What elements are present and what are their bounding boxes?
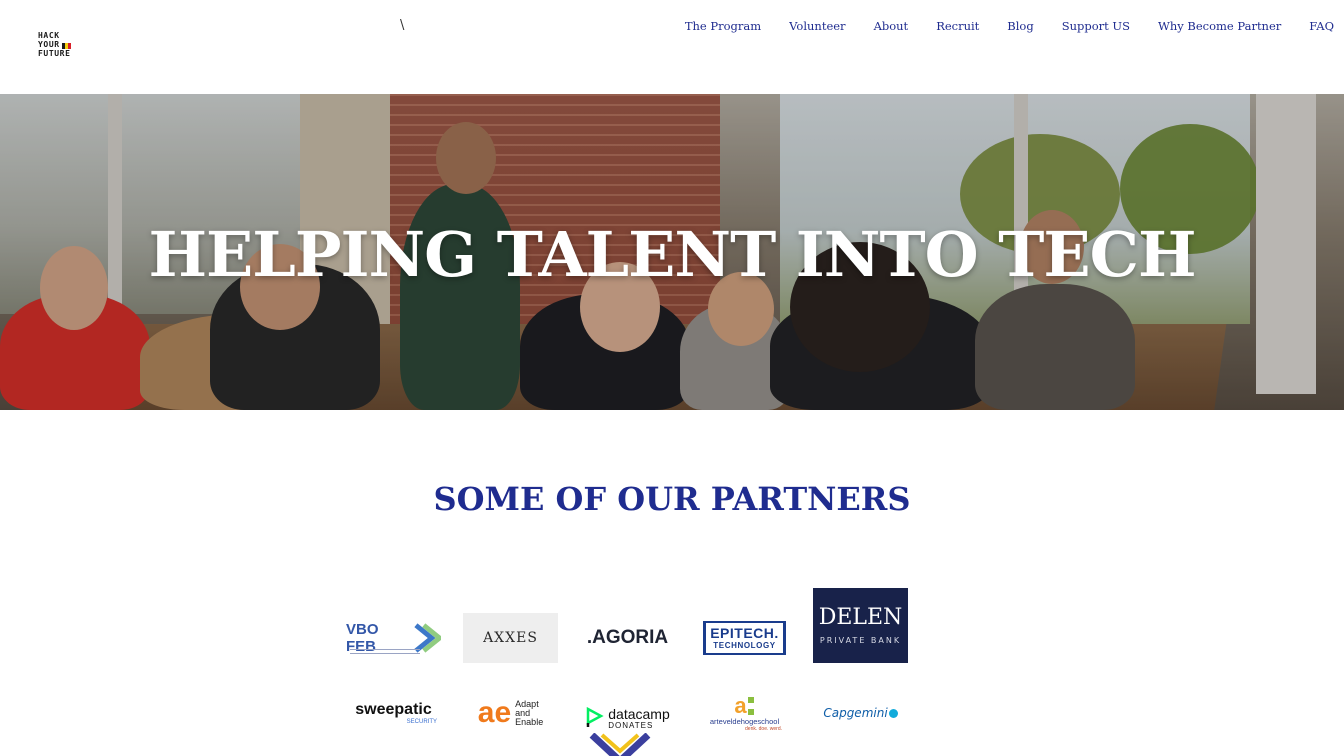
datacamp-icon xyxy=(587,707,604,727)
artevelde-main-text: arteveldehogeschool xyxy=(709,716,780,726)
nav-why-become-partner[interactable]: Why Become Partner xyxy=(1144,19,1295,33)
vbo-feb-subtitle-lines xyxy=(350,649,420,654)
partner-logo-agoria[interactable]: .AGORIA xyxy=(580,600,675,676)
nav-faq[interactable]: FAQ xyxy=(1295,19,1344,33)
belgian-flag-icon xyxy=(61,42,71,49)
nav-blog[interactable]: Blog xyxy=(993,19,1047,33)
delen-sub-text: PRIVATE BANK xyxy=(819,636,902,645)
logo-line-2: YOUR xyxy=(38,40,86,49)
axxes-text: AXXES xyxy=(483,630,538,646)
datacamp-main-text: datacamp xyxy=(608,705,670,722)
nav-support-us[interactable]: Support US xyxy=(1048,19,1144,33)
partner-logo-artevelde[interactable]: a arteveldehogeschool denk. doe. werd. xyxy=(697,675,792,751)
site-header: HACK YOUR FUTURE \ The Program Volunteer… xyxy=(0,0,1344,94)
capgemini-text: Capgemini xyxy=(823,706,888,720)
epitech-main-text: EPITECH. xyxy=(710,625,779,641)
nav-the-program[interactable]: The Program xyxy=(671,19,775,33)
partner-logo-partial[interactable] xyxy=(588,733,652,756)
partner-logo-axxes[interactable]: AXXES xyxy=(463,613,558,663)
artevelde-mark: a xyxy=(734,692,747,718)
artevelde-dots-icon xyxy=(747,696,754,715)
artevelde-mark-group: a xyxy=(734,692,754,718)
datacamp-sub-text: DONATES xyxy=(608,720,654,730)
nav-recruit[interactable]: Recruit xyxy=(922,19,993,33)
partner-logo-epitech[interactable]: EPITECH. TECHNOLOGY xyxy=(697,600,792,676)
ae-text: Adapt and Enable xyxy=(515,699,544,727)
partial-logo-chevron-icon xyxy=(589,733,651,756)
delen-main-text: DELEN xyxy=(818,605,903,630)
epitech-sub-text: TECHNOLOGY xyxy=(713,641,776,650)
logo-line-3: FUTURE xyxy=(38,49,71,58)
hero-banner: HELPING TALENT INTO TECH xyxy=(0,94,1344,410)
ae-line-3: Enable xyxy=(515,716,544,727)
agoria-text: .AGORIA xyxy=(586,627,669,648)
header-separator: \ xyxy=(400,18,405,33)
partner-logo-adapt-and-enable[interactable]: ae Adapt and Enable xyxy=(463,675,558,751)
artevelde-sub-text: denk. doe. werd. xyxy=(745,725,782,732)
nav-volunteer[interactable]: Volunteer xyxy=(775,19,859,33)
partner-logo-capgemini[interactable]: Capgemini xyxy=(813,675,908,751)
partners-section-title: SOME OF OUR PARTNERS xyxy=(433,480,911,518)
site-logo[interactable]: HACK YOUR FUTURE xyxy=(38,31,86,59)
sweepatic-main-text: sweepatic xyxy=(355,701,432,718)
partner-logo-vbo-feb[interactable]: VBO FEB xyxy=(346,600,441,676)
sweepatic-sub-text: SECURITY xyxy=(406,719,437,725)
datacamp-text-group: datacamp DONATES xyxy=(608,707,669,730)
nav-about[interactable]: About xyxy=(860,19,923,33)
ae-mark: ae xyxy=(477,696,512,729)
logo-line-1: HACK xyxy=(38,31,60,40)
capgemini-spade-icon xyxy=(888,708,898,718)
main-nav: The Program Volunteer About Recruit Blog… xyxy=(671,19,1344,33)
partner-logo-sweepatic[interactable]: sweepatic SECURITY xyxy=(346,675,441,751)
partner-logo-delen[interactable]: DELEN PRIVATE BANK xyxy=(813,588,908,663)
epitech-box: EPITECH. TECHNOLOGY xyxy=(703,621,786,655)
hero-title: HELPING TALENT INTO TECH xyxy=(148,218,1196,291)
